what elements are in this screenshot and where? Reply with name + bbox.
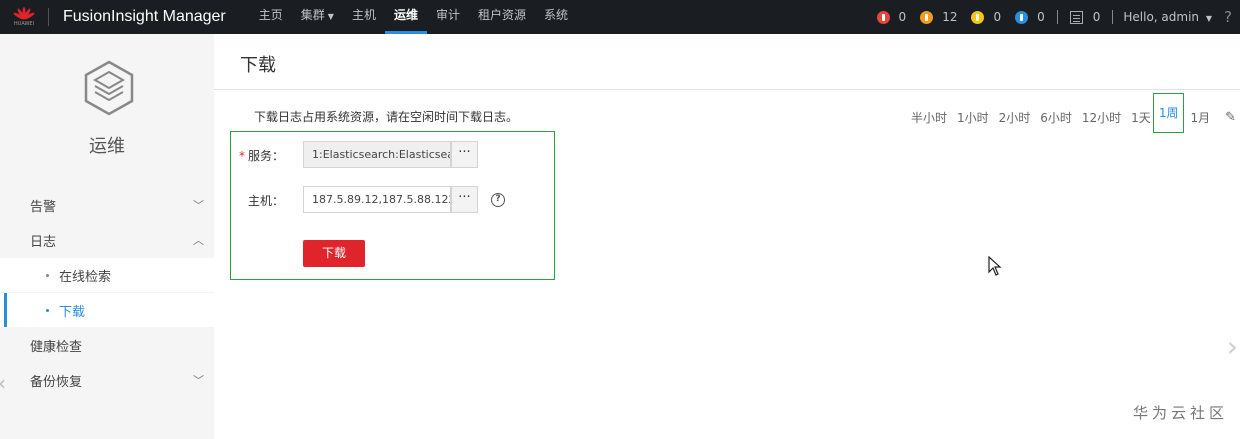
divider (1112, 10, 1114, 24)
bullet-icon (46, 273, 49, 277)
service-field[interactable]: 1:Elasticsearch:Elasticsearch (303, 141, 451, 168)
title-divider (214, 89, 1240, 90)
time-range-option[interactable]: 半小时 (911, 109, 947, 126)
nav-om[interactable]: 运维 (384, 0, 427, 34)
sidebar-item-online-search[interactable]: 在线检索 (0, 258, 214, 292)
critical-alarm-counter[interactable]: 0 (876, 10, 907, 24)
edit-pencil-icon[interactable]: ✎ (1225, 110, 1236, 125)
major-alarm-counter[interactable]: 12 (920, 10, 957, 24)
expand-right-icon[interactable]: › (1227, 330, 1238, 363)
critical-alarm-count: 0 (898, 10, 907, 24)
download-button[interactable]: 下载 (303, 240, 365, 267)
huawei-flower-icon (13, 7, 35, 20)
host-browse-button[interactable]: ··· (451, 186, 478, 213)
watermark: 华为云社区 (1132, 404, 1228, 422)
nav-label: 集群 (300, 8, 325, 22)
sidebar-item-label: 告警 (30, 199, 57, 215)
user-menu[interactable]: Hello, admin ▼ (1123, 10, 1212, 24)
sidebar-item-label: 备份恢复 (30, 374, 83, 390)
download-hint: 下载日志占用系统资源，请在空闲时间下载日志。 (254, 110, 519, 124)
caret-down-icon: ▼ (1205, 14, 1213, 23)
sidebar-item-health-check[interactable]: 健康检查 (0, 328, 214, 362)
page-title: 下载 (240, 55, 276, 76)
sidebar-item-backup-restore[interactable]: 备份恢复 ﹀ (0, 363, 214, 397)
nav-label: 审计 (435, 8, 460, 22)
required-marker: * (239, 149, 245, 163)
time-range-selector: 半小时 1小时 2小时 6小时 12小时 1天 1周 1月 ✎ (901, 93, 1236, 133)
minor-alarm-counter[interactable]: 0 (971, 10, 1001, 24)
nav-home[interactable]: 主页 (250, 0, 292, 34)
nav-cluster[interactable]: 集群 ▼ (292, 0, 343, 34)
nav-label: 主机 (351, 8, 376, 22)
service-browse-button[interactable]: ··· (451, 141, 478, 168)
time-range-option[interactable]: 1天 (1131, 109, 1151, 126)
top-bar: HUAWEI FusionInsight Manager 主页 集群 ▼ 主机 运… (0, 0, 1240, 34)
nav-tenant[interactable]: 租户资源 (469, 0, 535, 34)
collapse-left-icon[interactable]: ‹ (0, 371, 6, 395)
major-alarm-icon (920, 10, 934, 24)
sidebar: 运维 告警 ﹀ 日志 ︿ 在线检索 下载 健康检查 备份恢复 ﹀ ‹ (0, 34, 214, 439)
major-alarm-count: 12 (942, 10, 958, 24)
logo-text: HUAWEI (13, 21, 35, 27)
huawei-logo[interactable]: HUAWEI (0, 0, 48, 34)
minor-alarm-count: 0 (993, 10, 1002, 24)
time-range-option[interactable]: 12小时 (1082, 109, 1121, 126)
warning-alarm-icon (1015, 10, 1029, 24)
help-icon[interactable]: ? (491, 193, 505, 207)
sidebar-item-logs[interactable]: 日志 ︿ (0, 223, 214, 257)
time-range-option[interactable]: 1月 (1190, 109, 1210, 126)
minor-alarm-icon (971, 10, 985, 24)
nav-label: 运维 (393, 8, 418, 22)
nav-audit[interactable]: 审计 (427, 0, 469, 34)
sidebar-item-alarms[interactable]: 告警 ﹀ (0, 188, 214, 222)
mouse-pointer-icon (988, 256, 1002, 276)
brand-divider (48, 8, 49, 26)
chevron-down-icon: ﹀ (193, 374, 204, 387)
time-range-option[interactable]: 2小时 (999, 109, 1031, 126)
warning-alarm-count: 0 (1037, 10, 1045, 24)
sidebar-title: 运维 (89, 136, 125, 157)
sidebar-item-label: 在线检索 (59, 269, 112, 285)
critical-alarm-icon (876, 10, 890, 24)
sidebar-item-label: 日志 (30, 234, 57, 250)
om-module-icon (84, 60, 134, 116)
divider (1056, 10, 1058, 24)
chevron-down-icon: ﹀ (193, 199, 204, 212)
main-content: 下载 下载日志占用系统资源，请在空闲时间下载日志。 半小时 1小时 2小时 6小… (214, 34, 1240, 439)
time-range-option-selected[interactable]: 1周 (1152, 93, 1185, 133)
task-count: 0 (1092, 10, 1101, 24)
main-nav: 主页 集群 ▼ 主机 运维 审计 租户资源 系统 (250, 0, 577, 34)
task-list-icon[interactable] (1069, 10, 1083, 24)
warning-alarm-counter[interactable]: 0 (1015, 10, 1045, 24)
app-title: FusionInsight Manager (63, 8, 226, 25)
download-form: *服务： 1:Elasticsearch:Elasticsearch ··· 主… (230, 131, 555, 280)
nav-label: 主页 (258, 8, 283, 22)
help-icon[interactable]: ? (1224, 8, 1232, 26)
host-label: 主机： (248, 194, 285, 208)
caret-down-icon: ▼ (327, 12, 334, 21)
service-label: * 服务： (239, 147, 284, 164)
user-greeting: Hello, admin (1123, 10, 1200, 24)
chevron-up-icon: ︿ (193, 234, 204, 247)
bullet-icon (46, 308, 49, 312)
status-bar: 0 12 0 0 0 Hello, admin ▼ ? (863, 0, 1240, 34)
nav-hosts[interactable]: 主机 (343, 0, 385, 34)
sidebar-item-label: 健康检查 (30, 339, 83, 355)
service-label-text: 服务： (248, 149, 285, 163)
host-field[interactable]: 187.5.89.12,187.5.88.122 (303, 186, 451, 213)
nav-label: 系统 (544, 8, 569, 22)
time-range-option[interactable]: 6小时 (1040, 109, 1072, 126)
sidebar-item-label: 下载 (59, 304, 86, 320)
nav-system[interactable]: 系统 (535, 0, 577, 34)
nav-label: 租户资源 (478, 8, 527, 22)
time-range-option[interactable]: 1小时 (957, 109, 989, 126)
sidebar-item-download[interactable]: 下载 (0, 293, 214, 327)
